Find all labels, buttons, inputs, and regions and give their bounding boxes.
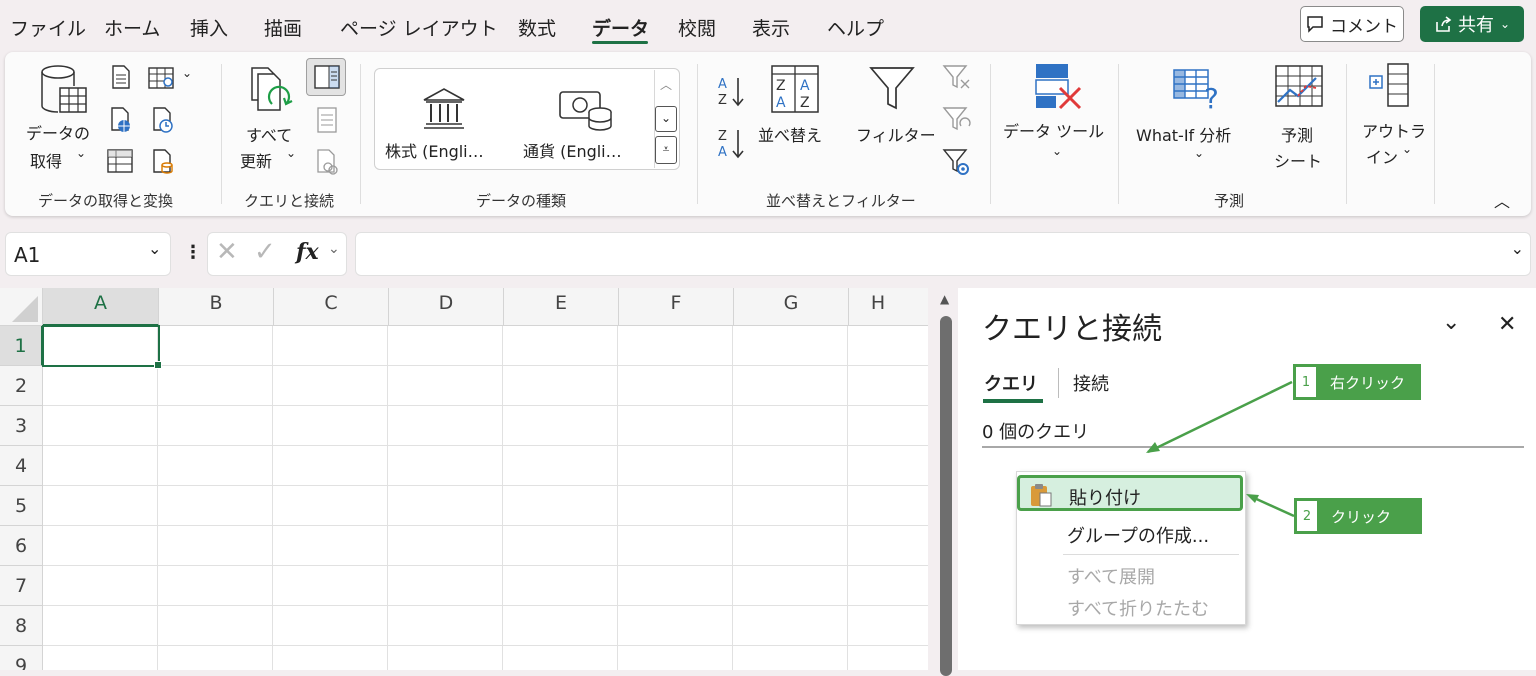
callout-arrows xyxy=(1146,380,1295,518)
callout-right-click: 1 右クリック xyxy=(1293,364,1421,400)
callout-number: 1 xyxy=(1296,367,1316,397)
callout-click: 2 クリック xyxy=(1294,498,1422,534)
callout-text: クリック xyxy=(1331,507,1392,526)
callout-text: 右クリック xyxy=(1330,373,1406,392)
callout-number: 2 xyxy=(1297,501,1317,531)
